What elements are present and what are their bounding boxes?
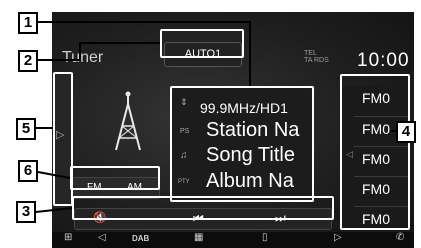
callout-3: 3 bbox=[16, 201, 36, 223]
callout-4: 4 bbox=[396, 121, 416, 143]
callout-leaders bbox=[35, 21, 410, 213]
callout-1: 1 bbox=[18, 12, 38, 34]
callout-2: 2 bbox=[18, 50, 38, 72]
callout-5: 5 bbox=[16, 118, 36, 140]
callout-6: 6 bbox=[18, 160, 38, 182]
